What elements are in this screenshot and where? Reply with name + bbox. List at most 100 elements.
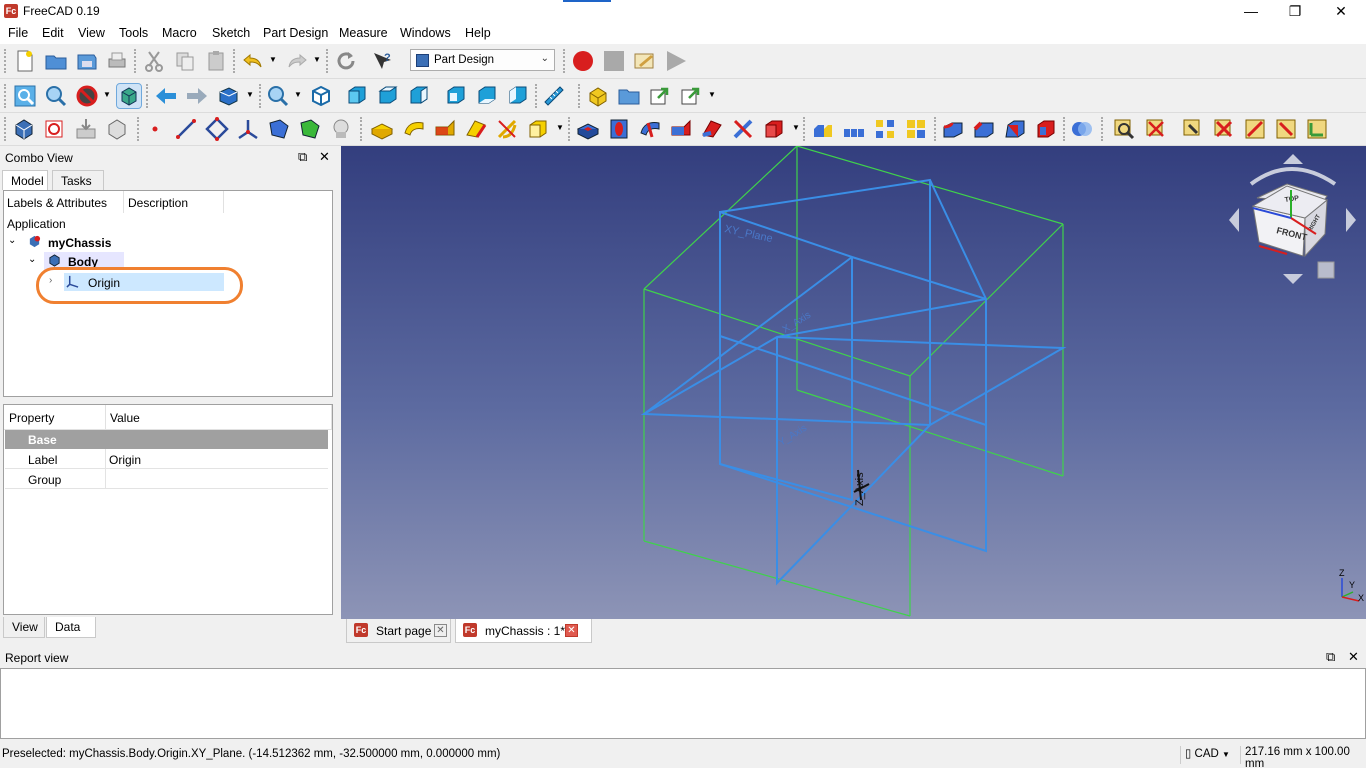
report-view-output[interactable] [0, 668, 1366, 739]
measure-linear-icon[interactable] [1112, 117, 1136, 141]
undo-icon[interactable] [241, 49, 265, 73]
measure-distance-icon[interactable] [542, 84, 566, 108]
additive-box-icon[interactable] [526, 117, 550, 141]
workbench-selector[interactable]: Part Design ⌄ [410, 49, 555, 71]
draw-style-icon[interactable] [75, 84, 99, 108]
validate-sketch-icon[interactable] [74, 117, 98, 141]
close-panel-icon[interactable]: ✕ [319, 149, 330, 165]
zoom-dropdown-icon[interactable]: ▼ [294, 90, 302, 99]
menu-windows[interactable]: Windows [400, 26, 451, 40]
tab-data[interactable]: Data [46, 617, 96, 638]
datum-line-icon[interactable] [174, 117, 198, 141]
close-tab-icon[interactable]: ✕ [434, 624, 447, 637]
left-view-icon[interactable] [506, 84, 530, 108]
groove-icon[interactable] [638, 117, 662, 141]
menu-file[interactable]: File [8, 26, 28, 40]
create-link-icon[interactable] [648, 84, 672, 108]
nav-down-arrow-icon[interactable] [1283, 274, 1303, 284]
linear-pattern-icon[interactable] [842, 117, 866, 141]
tree-item-document[interactable]: myChassis [48, 236, 111, 250]
top-view-icon[interactable] [376, 84, 400, 108]
undo-dropdown-icon[interactable]: ▼ [269, 55, 277, 64]
paste-icon[interactable] [204, 49, 228, 73]
additive-primitive-dropdown-icon[interactable]: ▼ [556, 123, 564, 132]
create-sketch-icon[interactable] [43, 117, 67, 141]
macro-edit-icon[interactable] [633, 49, 657, 73]
measure-clear-icon[interactable] [1212, 117, 1236, 141]
measure-toggle-delta-icon[interactable] [1305, 117, 1329, 141]
multi-transform-icon[interactable] [904, 117, 928, 141]
create-part-icon[interactable] [586, 84, 610, 108]
tree-header-description[interactable]: Description [124, 191, 224, 213]
navigation-style-selector[interactable]: ▯ CAD ▼ [1180, 746, 1230, 764]
front-view-icon[interactable] [345, 84, 369, 108]
navigation-cube[interactable]: FRONT TOP RIGHT [1229, 154, 1356, 284]
additive-helix-icon[interactable] [495, 117, 519, 141]
tab-view[interactable]: View [3, 617, 45, 638]
bounding-box-icon[interactable] [116, 83, 142, 109]
property-row[interactable]: Group [5, 469, 328, 489]
float-panel-icon[interactable]: ⧉ [1326, 649, 1335, 665]
value-header[interactable]: Value [106, 405, 332, 430]
menu-measure[interactable]: Measure [339, 26, 388, 40]
menu-part-design[interactable]: Part Design [263, 26, 328, 40]
subtractive-primitive-dropdown-icon[interactable]: ▼ [792, 123, 800, 132]
tab-tasks[interactable]: Tasks [52, 170, 104, 190]
datum-plane-icon[interactable] [205, 117, 229, 141]
measure-toggle-3d-icon[interactable] [1274, 117, 1298, 141]
redo-dropdown-icon[interactable]: ▼ [313, 55, 321, 64]
polar-pattern-icon[interactable] [873, 117, 897, 141]
save-icon[interactable] [75, 49, 99, 73]
menu-edit[interactable]: Edit [42, 26, 64, 40]
cut-icon[interactable] [142, 49, 166, 73]
menu-tools[interactable]: Tools [119, 26, 148, 40]
boolean-icon[interactable] [1070, 117, 1094, 141]
shape-binder-icon[interactable] [105, 117, 129, 141]
thickness-icon[interactable] [1034, 117, 1058, 141]
mirrored-icon[interactable] [811, 117, 835, 141]
collapse-arrow-icon[interactable]: ⌄ [28, 254, 36, 265]
subtractive-loft-icon[interactable] [669, 117, 693, 141]
link-dropdown-icon[interactable]: ▼ [708, 90, 716, 99]
tab-start-page[interactable]: Fc Start page ✕ [346, 619, 451, 643]
additive-pipe-icon[interactable] [464, 117, 488, 141]
property-row[interactable]: Label Origin [5, 449, 328, 469]
fit-selection-icon[interactable] [44, 84, 68, 108]
property-header[interactable]: Property [4, 405, 106, 430]
menu-sketch[interactable]: Sketch [212, 26, 250, 40]
close-panel-icon[interactable]: ✕ [1348, 649, 1359, 665]
subtractive-pipe-icon[interactable] [700, 117, 724, 141]
refresh-icon[interactable] [334, 49, 358, 73]
subtractive-helix-icon[interactable] [731, 117, 755, 141]
draft-icon[interactable] [1003, 117, 1027, 141]
fit-all-icon[interactable] [13, 84, 37, 108]
macro-record-icon[interactable] [571, 49, 595, 73]
nav-left-arrow-icon[interactable] [1229, 208, 1239, 232]
minimize-button[interactable]: — [1228, 0, 1274, 22]
nav-cube-menu-icon[interactable] [1317, 261, 1335, 279]
property-group-base[interactable]: Base [5, 430, 328, 449]
close-window-button[interactable]: ✕ [1318, 0, 1364, 22]
maximize-button[interactable]: ❐ [1272, 0, 1318, 22]
tab-model[interactable]: Model [2, 170, 48, 190]
tree-header-labels[interactable]: Labels & Attributes [4, 191, 124, 213]
measure-refresh-icon[interactable] [1181, 117, 1205, 141]
3d-viewport[interactable]: XY_Plane X_Axis Y_Axis Z_Axis FRONT TOP … [341, 146, 1366, 619]
measure-angular-icon[interactable] [1144, 117, 1168, 141]
nav-back-icon[interactable] [154, 84, 178, 108]
macro-stop-icon[interactable] [602, 49, 626, 73]
float-panel-icon[interactable]: ⧉ [298, 149, 307, 165]
std-views-dropdown-icon[interactable]: ▼ [246, 90, 254, 99]
right-view-icon[interactable] [407, 84, 431, 108]
nav-up-arrow-icon[interactable] [1283, 154, 1303, 164]
pad-icon[interactable] [370, 117, 394, 141]
pocket-icon[interactable] [576, 117, 600, 141]
link-actions-icon[interactable] [679, 84, 703, 108]
measure-toggle-all-icon[interactable] [1243, 117, 1267, 141]
menu-macro[interactable]: Macro [162, 26, 197, 40]
chamfer-icon[interactable] [972, 117, 996, 141]
isometric-view-icon[interactable] [309, 84, 333, 108]
nav-forward-icon[interactable] [185, 84, 209, 108]
create-body-icon[interactable] [12, 117, 36, 141]
menu-help[interactable]: Help [465, 26, 491, 40]
